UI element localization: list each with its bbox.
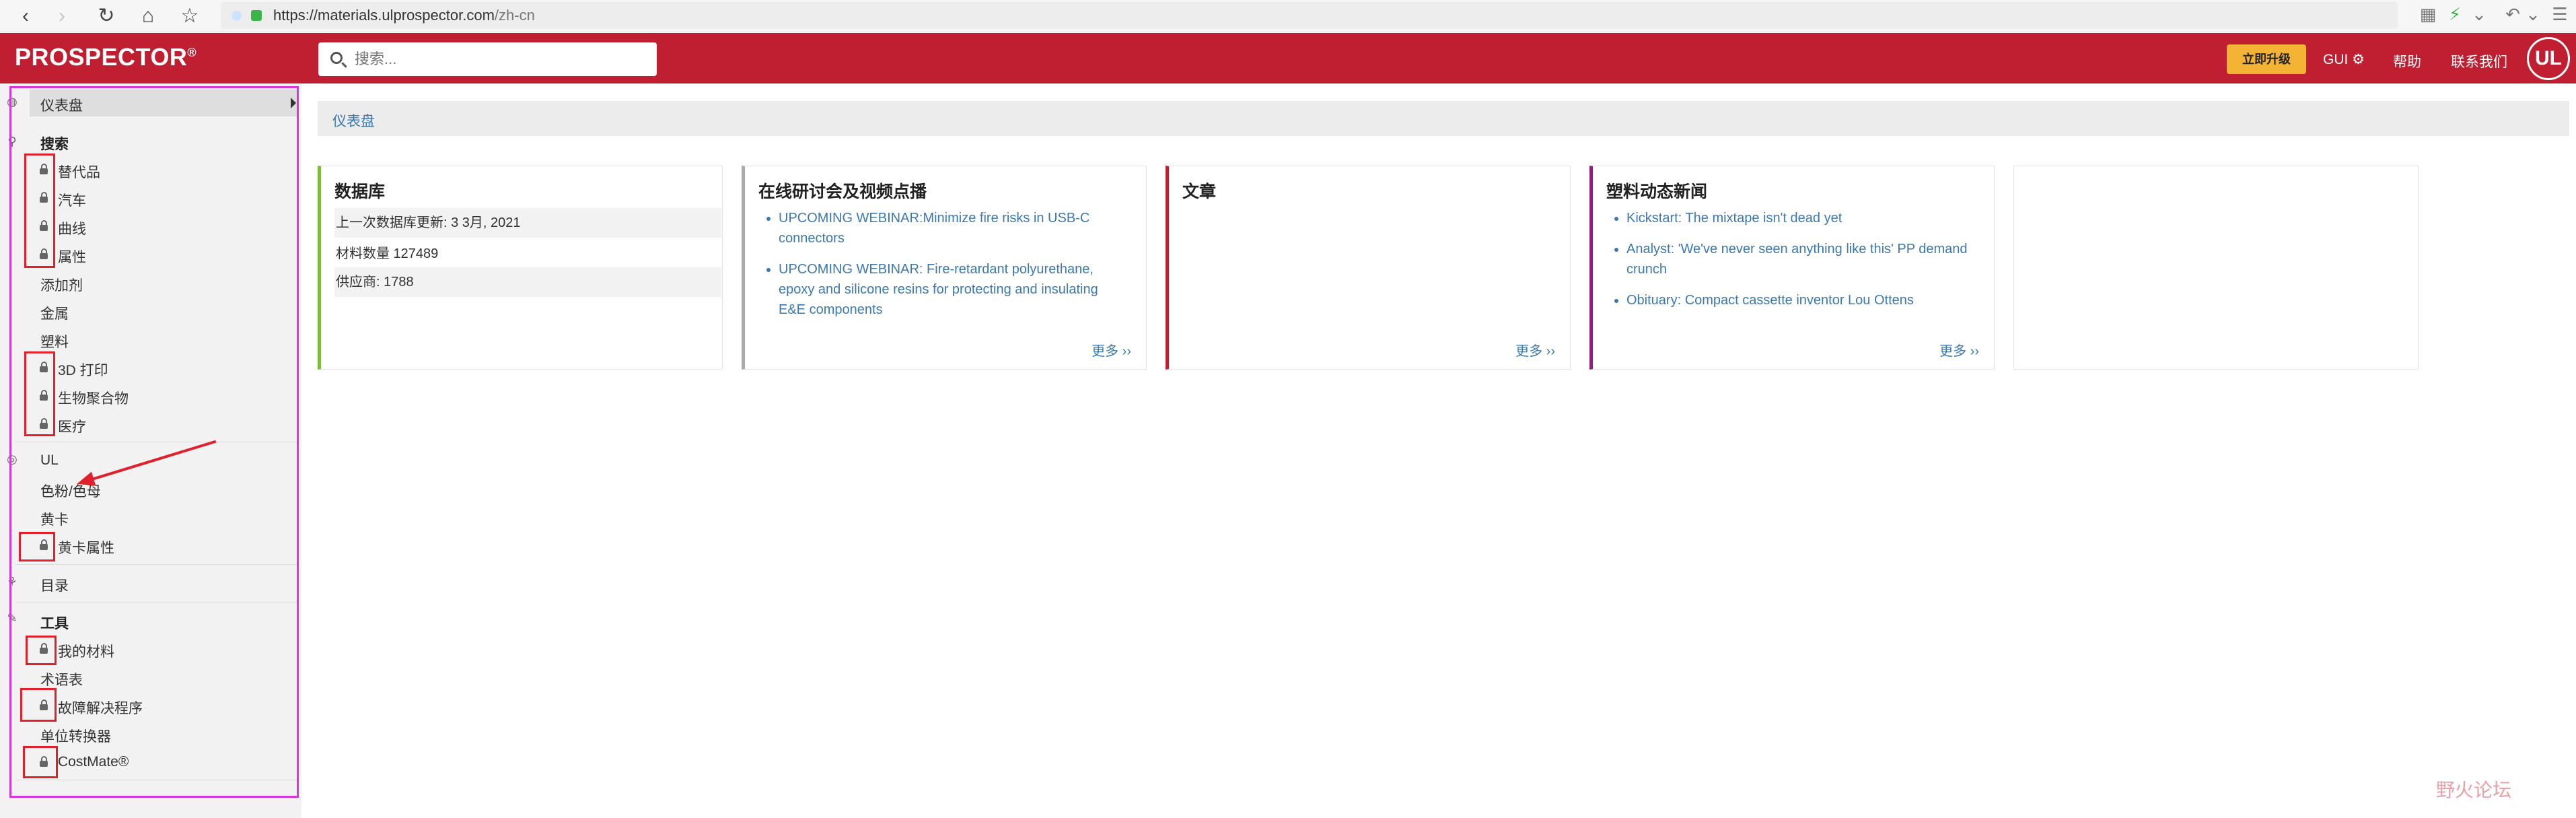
- more-link[interactable]: 更多 ››: [1939, 340, 1979, 360]
- url-text[interactable]: https://materials.ulprospector.com/zh-cn: [273, 7, 535, 24]
- articles-card: 文章 更多 ››: [1166, 166, 1571, 370]
- news-card: 塑料动态新闻 Kickstart: The mixtape isn't dead…: [1589, 166, 1995, 370]
- browser-toolbar: ‹ › ↻ ⌂ ☆ https://materials.ulprospector…: [0, 0, 2576, 32]
- search-icon: [330, 52, 343, 64]
- url-host: https://materials.ulprospector.com: [273, 7, 495, 24]
- db-supplier-count: 供应商: 1788: [334, 267, 721, 297]
- registered-mark: ®: [187, 46, 197, 59]
- address-bar[interactable]: https://materials.ulprospector.com/zh-cn: [221, 2, 2398, 29]
- annotation-box: [23, 746, 58, 778]
- contact-link[interactable]: 联系我们: [2451, 51, 2507, 71]
- menu-icon[interactable]: ☰: [2548, 4, 2572, 25]
- app-header: PROSPECTOR® 立即升级 GUI ⚙ 帮助 联系我们 UL: [0, 33, 2576, 83]
- lightning-icon[interactable]: ⚡: [2443, 4, 2467, 25]
- chevron-down-icon[interactable]: ⌄: [2467, 4, 2491, 25]
- bookmark-star-icon[interactable]: ☆: [176, 3, 203, 30]
- site-info-icon[interactable]: [231, 11, 242, 21]
- breadcrumb-dashboard[interactable]: 仪表盘: [332, 110, 375, 131]
- card-title: 数据库: [334, 182, 386, 201]
- news-link[interactable]: Analyst: 'We've never seen anything like…: [1626, 239, 1976, 279]
- db-material-count: 材料数量 127489: [336, 246, 439, 261]
- logo-text: PROSPECTOR: [15, 43, 188, 71]
- annotation-box: [19, 532, 55, 561]
- ul-logo[interactable]: UL: [2527, 37, 2570, 80]
- search-box[interactable]: [318, 42, 657, 76]
- webinars-card: 在线研讨会及视频点播 UPCOMING WEBINAR:Minimize fir…: [742, 166, 1147, 370]
- url-path: /zh-cn: [494, 7, 535, 24]
- news-link[interactable]: Kickstart: The mixtape isn't dead yet: [1626, 208, 1976, 228]
- chevron-down-icon[interactable]: ⌄: [2521, 4, 2545, 25]
- gui-settings-link[interactable]: GUI ⚙: [2323, 51, 2365, 68]
- annotation-box: [24, 351, 55, 436]
- more-link[interactable]: 更多 ››: [1515, 340, 1555, 360]
- annotation-box: [26, 636, 57, 665]
- forward-icon[interactable]: ›: [48, 3, 75, 30]
- secure-lock-icon: [251, 10, 262, 21]
- reload-icon[interactable]: ↻: [93, 3, 120, 30]
- news-link[interactable]: Obituary: Compact cassette inventor Lou …: [1626, 290, 1976, 310]
- db-last-update: 上一次数据库更新: 3 3月, 2021: [334, 208, 721, 238]
- empty-card: [2013, 166, 2419, 370]
- database-card: 数据库 上一次数据库更新: 3 3月, 2021 材料数量 127489 供应商…: [318, 166, 723, 370]
- prospector-logo[interactable]: PROSPECTOR®: [15, 43, 196, 71]
- more-link[interactable]: 更多 ››: [1092, 340, 1131, 360]
- reader-icon[interactable]: ▦: [2416, 4, 2440, 25]
- forum-watermark: 野火论坛: [2436, 780, 2512, 800]
- help-link[interactable]: 帮助: [2393, 51, 2421, 71]
- webinar-link[interactable]: UPCOMING WEBINAR: Fire-retardant polyure…: [779, 259, 1129, 320]
- webinar-link[interactable]: UPCOMING WEBINAR:Minimize fire risks in …: [779, 208, 1129, 248]
- back-icon[interactable]: ‹: [12, 3, 39, 30]
- breadcrumb: 仪表盘: [318, 101, 2569, 136]
- annotation-box: [20, 688, 57, 722]
- card-title: 在线研讨会及视频点播: [758, 182, 927, 201]
- card-title: 塑料动态新闻: [1606, 182, 1708, 201]
- card-title: 文章: [1182, 182, 1217, 201]
- annotation-box: [24, 154, 55, 268]
- home-icon[interactable]: ⌂: [135, 3, 162, 30]
- search-input[interactable]: [355, 48, 644, 71]
- upgrade-button[interactable]: 立即升级: [2227, 44, 2306, 74]
